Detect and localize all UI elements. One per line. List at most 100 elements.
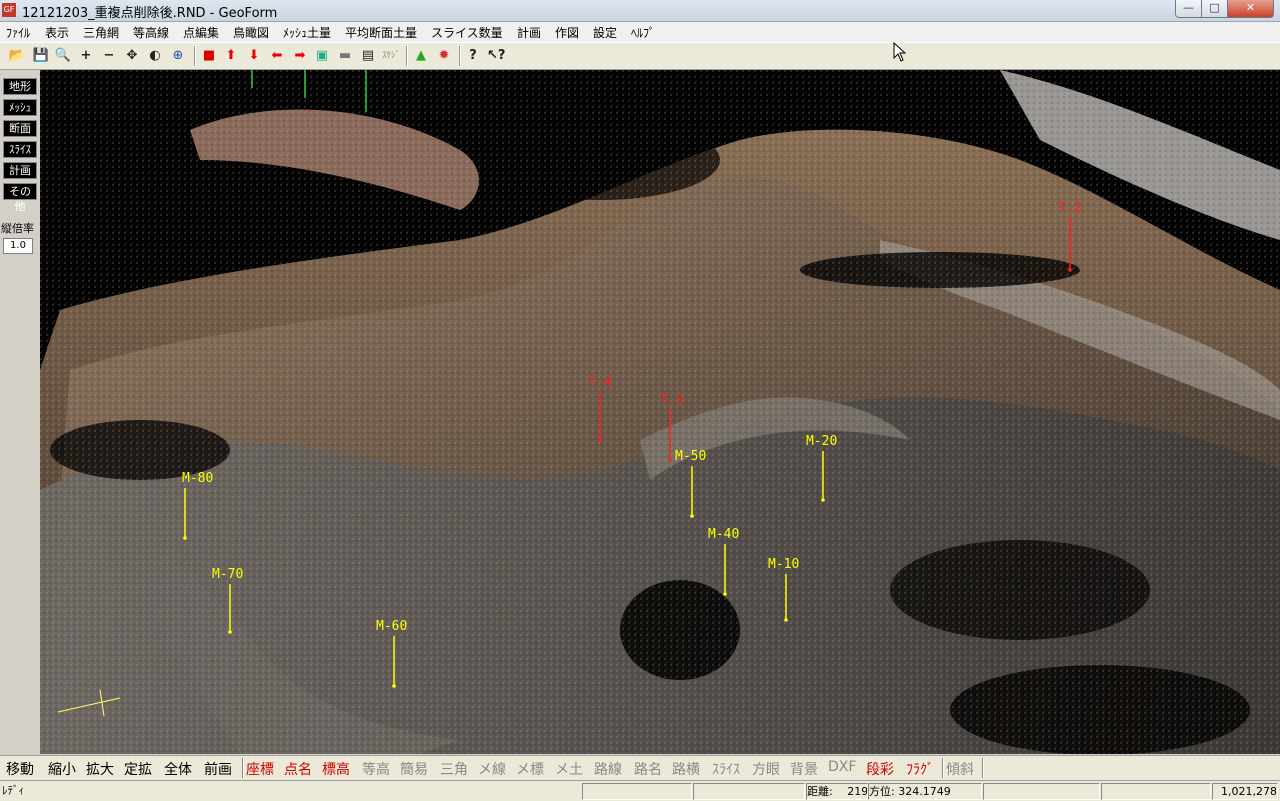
bottom-tool-6[interactable]: 座標 [246, 759, 274, 779]
help-icon[interactable]: ? [464, 47, 482, 65]
bottom-tool-16[interactable]: 路名 [634, 759, 662, 779]
other-button[interactable]: その他 [3, 183, 37, 213]
left-panel: 地形 ﾒｯｼｭ 断面 ｽﾗｲｽ 計画 その他 縦倍率 1.0 [0, 70, 40, 755]
status-cell-empty [983, 783, 1100, 800]
bottom-tool-21[interactable]: DXF [828, 759, 856, 775]
title-bar: GF 12121203_重複点削除後.RND - GeoForm — □ ✕ [0, 0, 1280, 22]
bottom-tool-2[interactable]: 拡大 [86, 759, 114, 779]
menu-birdseye[interactable]: 鳥瞰図 [233, 24, 269, 41]
status-point-count: 1,021,278 [1212, 783, 1278, 800]
marker-point [690, 514, 694, 518]
bottom-tool-7[interactable]: 点名 [284, 759, 312, 779]
bottom-tool-1[interactable]: 縮小 [48, 759, 76, 779]
menu-file[interactable]: ﾌｧｲﾙ [6, 24, 30, 41]
window-icon[interactable]: ▤ [359, 47, 377, 65]
terrain-button[interactable]: 地形 [3, 78, 37, 95]
save-icon[interactable]: 💾 [32, 47, 50, 65]
marker-label: M-20 [806, 434, 837, 449]
menu-point-edit[interactable]: 点編集 [183, 24, 219, 41]
arrow-up-icon[interactable]: ⬆ [222, 47, 240, 65]
bottom-toolbar-separator [942, 758, 944, 778]
search-icon[interactable]: ⊕ [169, 47, 187, 65]
app-icon: GF [2, 3, 16, 17]
menu-mesh-volume[interactable]: ﾒｯｼｭ土量 [283, 24, 331, 41]
status-distance: 距離: 219.96 [806, 783, 868, 800]
bottom-tool-9[interactable]: 等高 [362, 759, 390, 779]
section-button[interactable]: 断面 [3, 120, 37, 137]
color-map-icon[interactable]: ▲ [412, 47, 430, 65]
arrow-down-icon[interactable]: ⬇ [245, 47, 263, 65]
plan-button[interactable]: 計画 [3, 162, 37, 179]
bottom-tool-19[interactable]: 方眼 [752, 759, 780, 779]
menu-slice-quantity[interactable]: スライス数量 [431, 24, 503, 41]
bottom-tool-15[interactable]: 路線 [594, 759, 622, 779]
menu-plan[interactable]: 計画 [517, 24, 541, 41]
minimize-button[interactable]: — [1175, 0, 1202, 18]
bottom-tool-11[interactable]: 三角 [440, 759, 468, 779]
3d-viewport[interactable]: M-80 M-70 M-60 M-50 M-40 M-20 M-10 T-4 T-3 T-2 [40, 70, 1280, 754]
bottom-tool-24[interactable]: 傾斜 [946, 759, 974, 779]
render-icon[interactable]: ✹ [435, 47, 453, 65]
marker-label: T-3 [660, 393, 683, 408]
vertical-scale-input[interactable]: 1.0 [3, 238, 33, 254]
mesh-button[interactable]: ﾒｯｼｭ [3, 99, 37, 116]
close-button[interactable]: ✕ [1227, 0, 1274, 18]
open-icon[interactable]: 📂 [8, 47, 26, 65]
layer-icon[interactable]: ▬ [336, 47, 354, 65]
bottom-tool-23[interactable]: ﾌﾗｸﾞ [906, 759, 934, 779]
marker-point [821, 498, 825, 502]
plus-icon[interactable]: + [77, 47, 95, 65]
menu-view[interactable]: 表示 [45, 24, 69, 41]
minus-icon[interactable]: − [100, 47, 118, 65]
bottom-tool-22[interactable]: 段彩 [866, 759, 894, 779]
marker-label: M-50 [675, 449, 706, 464]
marker-label: M-80 [182, 471, 213, 486]
bottom-tool-10[interactable]: 簡易 [400, 759, 428, 779]
status-cell-empty [693, 783, 805, 800]
menu-drawing[interactable]: 作図 [555, 24, 579, 41]
maximize-button[interactable]: □ [1201, 0, 1228, 18]
bottom-tool-17[interactable]: 路横 [672, 759, 700, 779]
marker-label: T-4 [588, 375, 612, 390]
marker-point [784, 618, 788, 622]
menu-bar: ﾌｧｲﾙ 表示 三角網 等高線 点編集 鳥瞰図 ﾒｯｼｭ土量 平均断面土量 スラ… [0, 22, 1280, 42]
vertical-scale-label: 縦倍率 [1, 222, 34, 235]
bottom-tool-20[interactable]: 背景 [790, 759, 818, 779]
window-title: 12121203_重複点削除後.RND - GeoForm [22, 6, 278, 21]
marker-point [1068, 268, 1072, 272]
marker-point [598, 438, 602, 442]
menu-settings[interactable]: 設定 [593, 24, 617, 41]
toolbar-separator [459, 46, 461, 66]
marker-point [228, 630, 232, 634]
context-help-icon[interactable]: ↖? [487, 47, 505, 65]
bottom-tool-0[interactable]: 移動 [6, 759, 34, 779]
marker-label: M-70 [212, 567, 243, 582]
menu-avg-section-volume[interactable]: 平均断面土量 [345, 24, 417, 41]
status-cell-empty [1101, 783, 1211, 800]
bottom-tool-4[interactable]: 全体 [164, 759, 192, 779]
move-icon[interactable]: ✥ [123, 47, 141, 65]
bottom-tool-3[interactable]: 定拡 [124, 759, 152, 779]
bottom-tool-13[interactable]: メ標 [516, 759, 544, 779]
cube-icon[interactable]: ■ [200, 47, 218, 65]
toolbar-separator [406, 46, 408, 66]
arrow-left-icon[interactable]: ⬅ [268, 47, 286, 65]
marker-label: T-2 [1058, 201, 1081, 216]
bottom-tool-12[interactable]: メ線 [478, 759, 506, 779]
zoom-icon[interactable]: 🔍 [54, 47, 72, 65]
toolbar: 📂 💾 🔍 + − ✥ ◐ ⊕ ■ ⬆ ⬇ ⬅ ➡ ▣ ▬ ▤ ｽｹｼﾞ ▲ ✹… [0, 42, 1280, 70]
bottom-tool-14[interactable]: メ土 [555, 759, 583, 779]
box-icon[interactable]: ▣ [313, 47, 331, 65]
menu-contour[interactable]: 等高線 [133, 24, 169, 41]
arrow-right-icon[interactable]: ➡ [291, 47, 309, 65]
bottom-tool-18[interactable]: ｽﾗｲｽ [712, 759, 740, 779]
bottom-tool-8[interactable]: 標高 [322, 759, 350, 779]
slice-button[interactable]: ｽﾗｲｽ [3, 141, 37, 158]
point-cloud-view: M-80 M-70 M-60 M-50 M-40 M-20 M-10 T-4 T-3 T-2 [40, 70, 1280, 754]
menu-triangle-net[interactable]: 三角網 [83, 24, 119, 41]
menu-help[interactable]: ﾍﾙﾌﾟ [631, 24, 655, 41]
rotate-icon[interactable]: ◐ [146, 47, 164, 65]
marker-label: M-40 [708, 527, 739, 542]
text-icon[interactable]: ｽｹｼﾞ [382, 47, 400, 65]
bottom-tool-5[interactable]: 前画 [204, 759, 232, 779]
